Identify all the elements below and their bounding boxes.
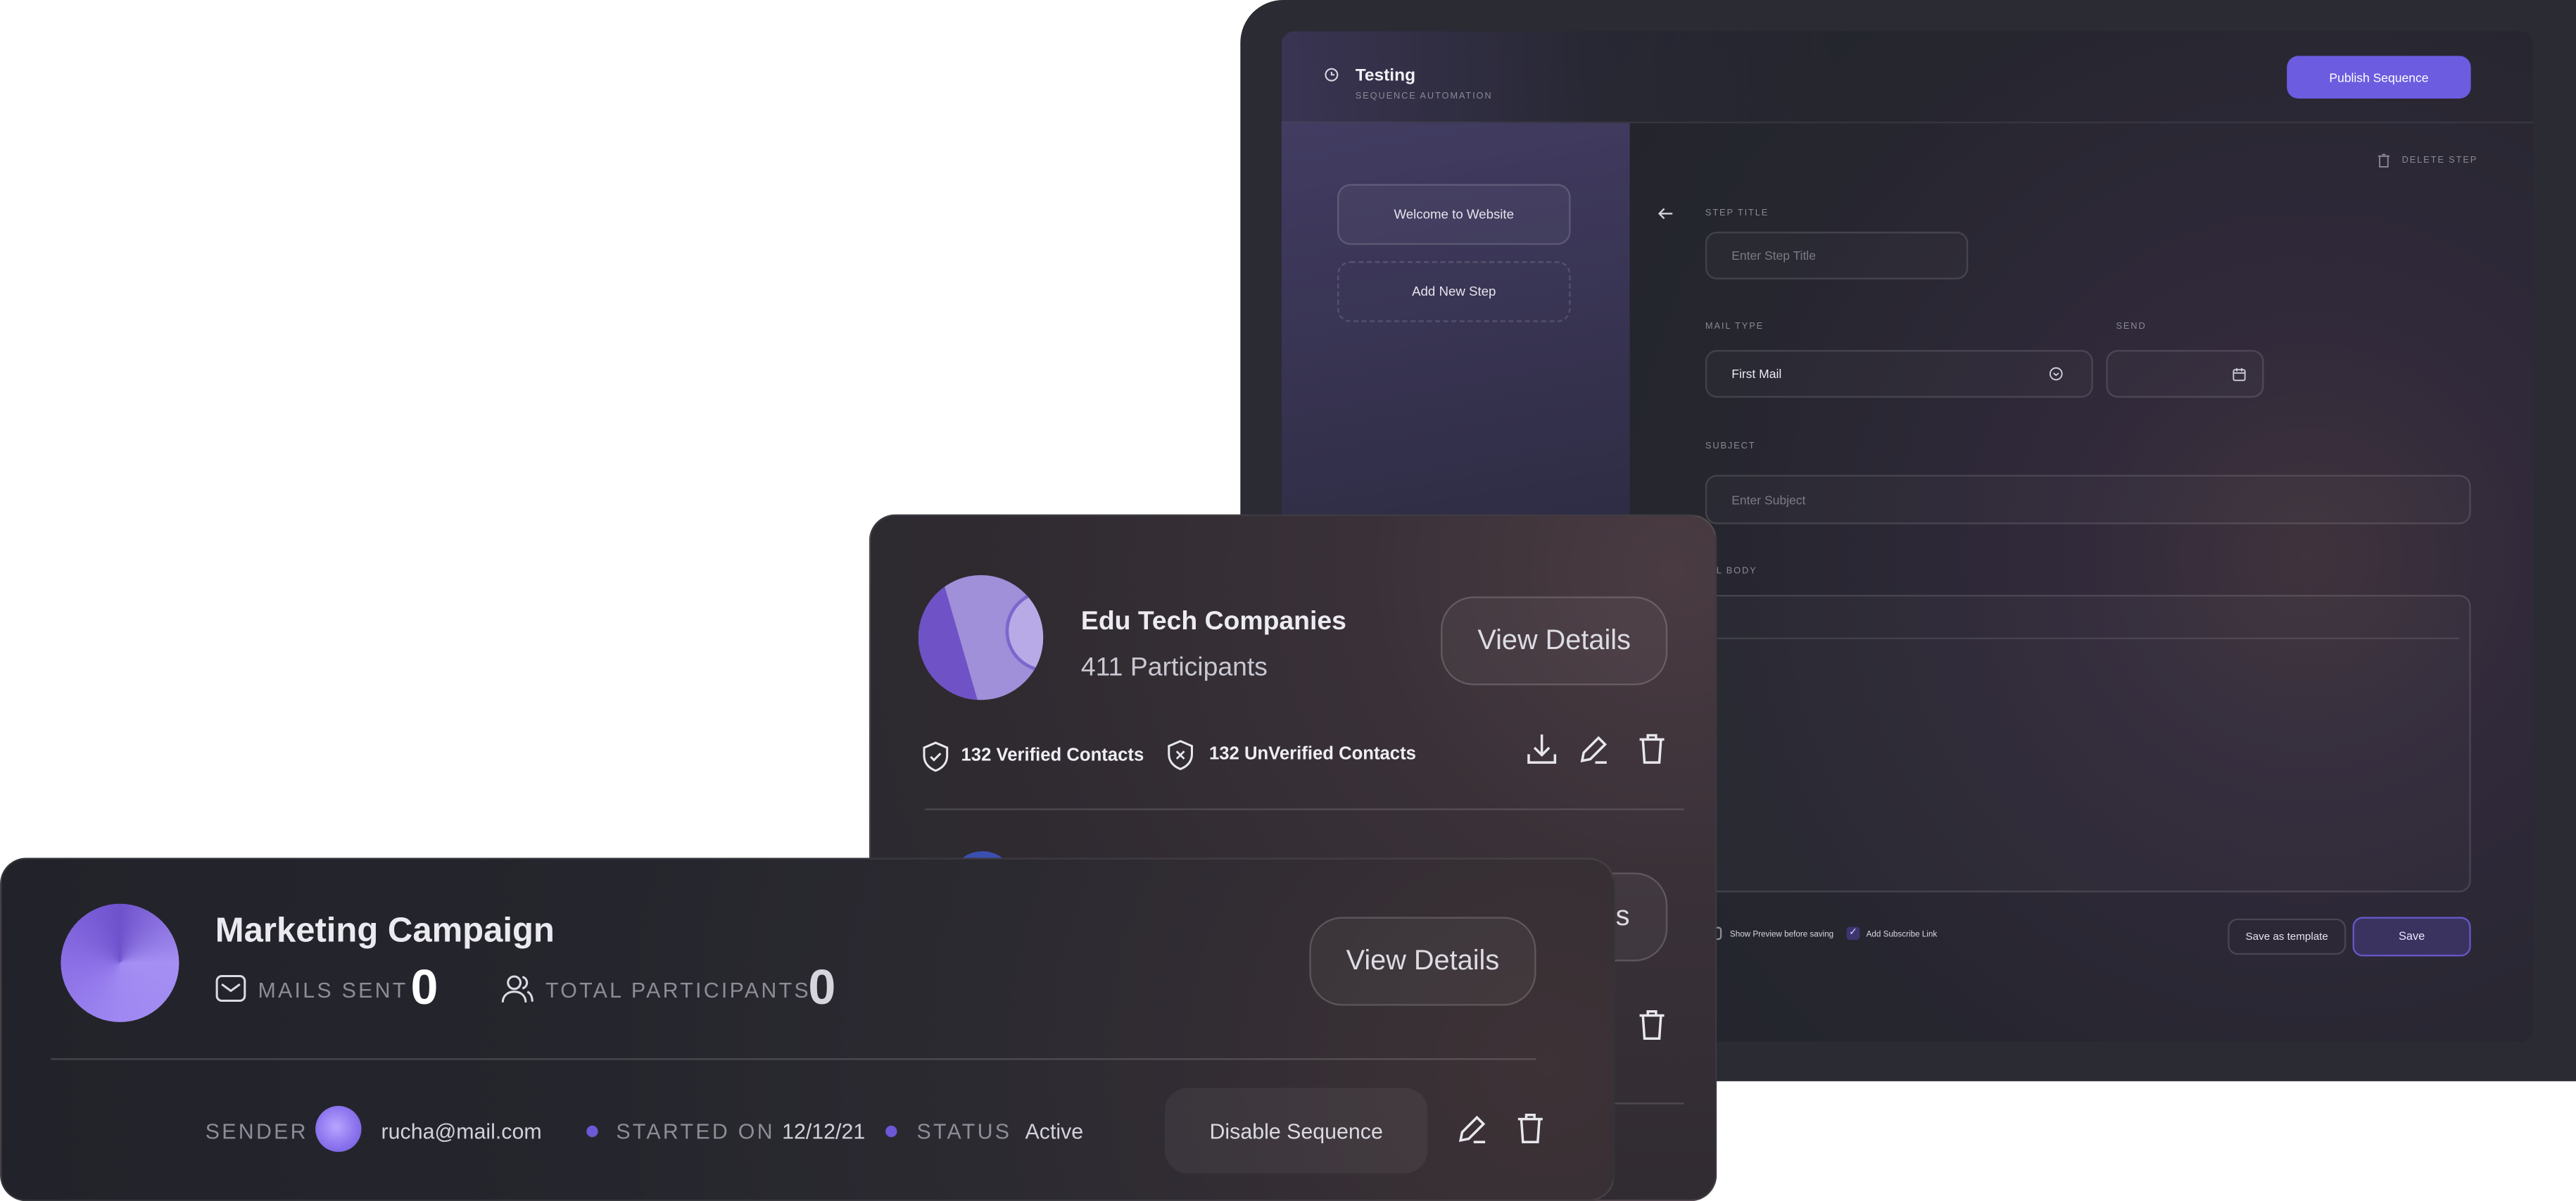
save-button[interactable]: Save [2352, 917, 2471, 957]
subscribe-checkbox[interactable]: ✓ [1846, 926, 1860, 941]
unverified-contacts: 132 UnVerified Contacts [1208, 744, 1416, 765]
step-welcome[interactable]: Welcome to Website [1337, 184, 1571, 245]
avatar [315, 1105, 362, 1152]
mail-icon [215, 974, 246, 1002]
list-participants: 411 Participants [1080, 654, 1268, 682]
subject-input[interactable]: Enter Subject [1705, 474, 2471, 524]
send-date-input[interactable] [2106, 350, 2264, 398]
subscribe-checkbox-label: Add Subscribe Link [1866, 930, 1938, 941]
second-view-details-label: s [1615, 900, 1630, 932]
status-dot [586, 1125, 598, 1138]
total-participants-label: TOTAL PARTICIPANTS [545, 977, 811, 1002]
mails-sent-label: MAILS SENT [258, 977, 408, 1002]
mail-type-value: First Mail [1731, 366, 1782, 382]
edit-icon[interactable] [1457, 1112, 1488, 1145]
mail-type-select[interactable]: First Mail [1705, 350, 2093, 398]
mail-body-editor[interactable] [1705, 594, 2471, 893]
shield-x-icon [1168, 740, 1193, 771]
started-on-label: STARTED ON [616, 1119, 775, 1144]
chevron-down-icon [2049, 367, 2063, 381]
subject-label: SUBJECT [1705, 441, 1756, 452]
verified-contacts: 132 Verified Contacts [961, 746, 1144, 766]
back-arrow-icon[interactable] [1658, 207, 1674, 220]
step-title-input[interactable]: Enter Step Title [1705, 232, 1969, 279]
save-as-template-button[interactable]: Save as template [2228, 918, 2347, 955]
status-label: STATUS [916, 1119, 1012, 1144]
started-on-value: 12/12/21 [782, 1119, 866, 1144]
disable-sequence-button[interactable]: Disable Sequence [1164, 1088, 1428, 1174]
divider [925, 808, 1684, 810]
status-value: Active [1025, 1119, 1084, 1144]
mails-sent-value: 0 [410, 961, 438, 1016]
view-details-button[interactable]: View Details [1441, 596, 1668, 686]
campaign-avatar [61, 903, 179, 1022]
step-title-label: STEP TITLE [1705, 208, 1769, 219]
delete-step-button[interactable]: DELETE STEP [2402, 156, 2478, 166]
page-subtitle: SEQUENCE AUTOMATION [1355, 92, 1493, 102]
edit-icon[interactable] [1579, 733, 1610, 766]
list-name: Edu Tech Companies [1080, 608, 1346, 636]
clock-icon [1325, 68, 1339, 82]
publish-sequence-button[interactable]: Publish Sequence [2287, 56, 2471, 99]
add-new-step-button[interactable]: Add New Step [1337, 261, 1571, 322]
page-title: Testing [1355, 65, 1416, 86]
editor-toolbar-divider [1717, 637, 2460, 640]
sender-email: rucha@mail.com [381, 1119, 542, 1144]
editor-header: Testing SEQUENCE AUTOMATION Publish Sequ… [1281, 31, 2534, 124]
trash-icon[interactable] [1516, 1112, 1544, 1145]
divider [51, 1058, 1536, 1060]
campaign-name: Marketing Campaign [215, 912, 555, 950]
second-trash-icon[interactable] [1638, 1009, 1666, 1042]
status-dot [885, 1125, 897, 1138]
download-icon[interactable] [1526, 733, 1557, 766]
preview-checkbox-label: Show Preview before saving [1729, 930, 1834, 941]
shield-check-icon [923, 741, 949, 772]
list-avatar [918, 574, 1044, 700]
campaign-card: Marketing Campaign MAILS SENT 0 TOTAL PA… [0, 857, 1615, 1201]
send-label: SEND [2116, 322, 2147, 332]
sender-label: SENDER [205, 1119, 308, 1144]
trash-icon[interactable] [1638, 733, 1666, 766]
calendar-icon [2233, 367, 2246, 382]
mail-type-label: MAIL TYPE [1705, 322, 1764, 332]
trash-icon[interactable] [2378, 153, 2391, 168]
view-details-button[interactable]: View Details [1309, 917, 1536, 1006]
total-participants-value: 0 [808, 961, 836, 1016]
users-icon [501, 975, 533, 1002]
